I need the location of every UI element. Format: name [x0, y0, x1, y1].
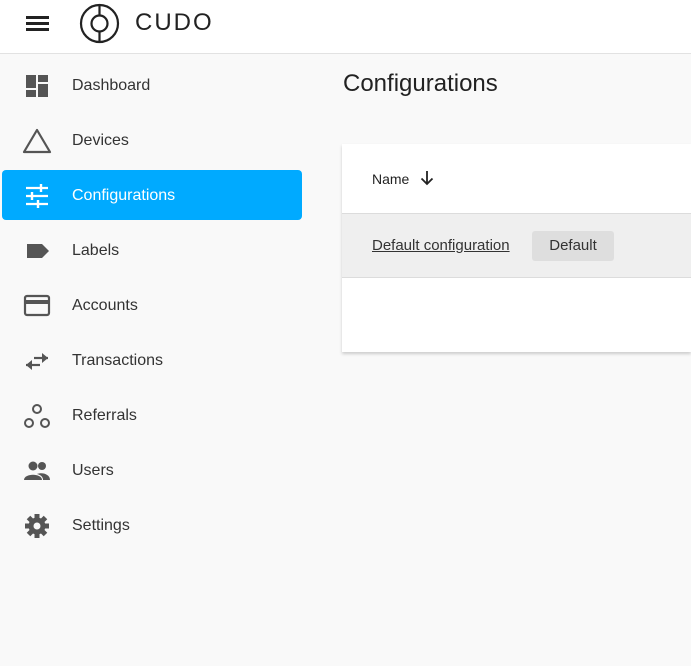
- sidebar-item-label: Labels: [72, 242, 120, 259]
- sidebar-item-dashboard[interactable]: Dashboard: [2, 60, 302, 110]
- column-header-name[interactable]: Name: [372, 171, 409, 187]
- sidebar-item-label: Referrals: [72, 407, 137, 424]
- triangle-icon: [22, 128, 52, 154]
- sidebar-item-configurations[interactable]: Configurations: [2, 170, 302, 220]
- table-row: Default configuration Default: [342, 214, 691, 278]
- hamburger-icon[interactable]: [23, 12, 53, 36]
- gear-icon: [25, 514, 49, 538]
- sidebar-item-label: Users: [72, 462, 114, 479]
- configuration-link[interactable]: Default configuration: [372, 237, 510, 254]
- sidebar-item-label: Settings: [72, 517, 130, 534]
- arrow-down-icon[interactable]: [418, 169, 436, 187]
- sidebar-item-settings[interactable]: Settings: [2, 500, 302, 550]
- sidebar-item-label: Devices: [72, 132, 129, 149]
- cudo-logo-icon: [79, 3, 120, 44]
- credit-card-icon: [23, 294, 51, 317]
- sidebar-item-referrals[interactable]: Referrals: [2, 390, 302, 440]
- referrals-nodes-icon: [24, 404, 50, 428]
- swap-arrows-icon: [26, 353, 48, 370]
- sidebar-item-labels[interactable]: Labels: [2, 225, 302, 275]
- sidebar-item-label: Configurations: [72, 187, 176, 204]
- sidebar-item-label: Transactions: [72, 352, 163, 369]
- label-tag-icon: [27, 244, 49, 258]
- table-header: Name: [342, 144, 691, 214]
- sidebar-item-users[interactable]: Users: [2, 445, 302, 495]
- tune-sliders-icon: [26, 184, 48, 208]
- dashboard-icon: [26, 75, 48, 97]
- sidebar-item-label: Dashboard: [72, 77, 151, 94]
- people-icon: [24, 461, 50, 480]
- sidebar-item-devices[interactable]: Devices: [2, 115, 302, 165]
- default-badge: Default: [532, 231, 614, 261]
- sidebar-nav: Dashboard Devices Configurations Labels …: [0, 60, 310, 555]
- brand-name: CUDO: [135, 9, 214, 36]
- configurations-table: Name Default configuration Default: [342, 144, 691, 352]
- sidebar-item-transactions[interactable]: Transactions: [2, 335, 302, 385]
- top-app-bar: CUDO: [0, 0, 691, 54]
- sidebar-item-label: Accounts: [72, 297, 138, 314]
- sidebar-item-accounts[interactable]: Accounts: [2, 280, 302, 330]
- page-title: Configurations: [343, 70, 498, 97]
